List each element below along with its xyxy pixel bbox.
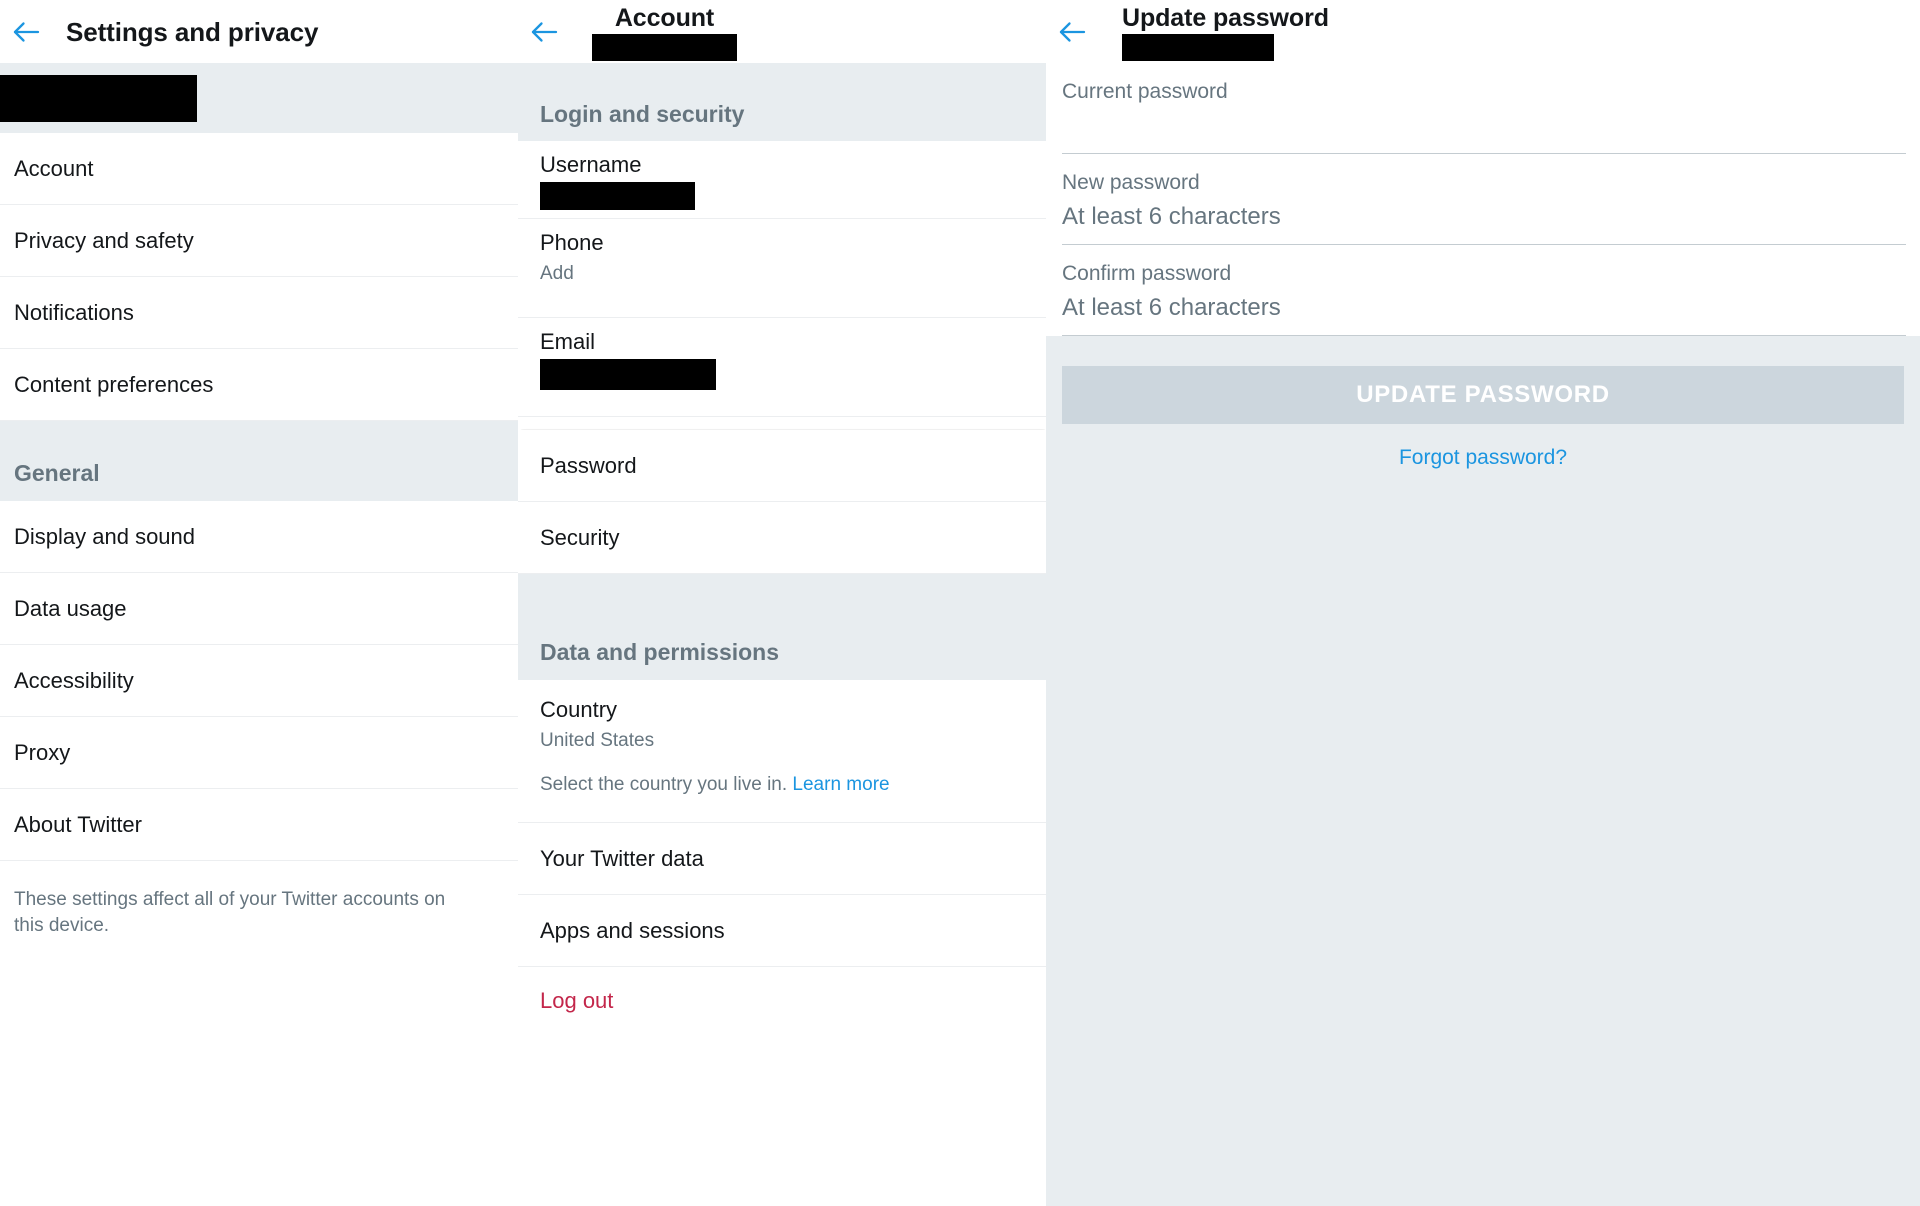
account-row-phone[interactable]: Phone Add [518,219,1046,318]
account-row-label: Your Twitter data [540,845,704,871]
account-row-password[interactable]: Password [518,430,1046,502]
redacted-account-name [0,74,197,122]
sidebar-item-display-and-sound[interactable]: Display and sound [0,501,518,573]
account-row-username[interactable]: Username [518,141,1046,219]
section-header-data-and-permissions: Data and permissions [518,574,1046,680]
sidebar-item-accessibility[interactable]: Accessibility [0,645,518,717]
current-account-band[interactable] [0,63,518,133]
sidebar-item-about-twitter[interactable]: About Twitter [0,789,518,861]
account-screen: Account Login and security Username Phon… [518,0,1046,1206]
account-elevated-card: Password Security Data and permissions C… [518,430,1046,1206]
current-password-value [1062,107,1906,145]
update-password-button[interactable]: UPDATE PASSWORD [1062,366,1904,424]
sidebar-item-label: Display and sound [14,523,196,549]
sidebar-item-data-usage[interactable]: Data usage [0,573,518,645]
country-help-text: Select the country you live in. Learn mo… [540,772,1028,798]
forgot-password-link[interactable]: Forgot password? [1062,424,1904,470]
sidebar-item-proxy[interactable]: Proxy [0,717,518,789]
settings-app-bar: Settings and privacy [0,0,518,63]
account-row-label: Security [540,524,620,550]
log-out-label: Log out [540,988,614,1013]
redacted-account-handle [592,33,737,61]
back-arrow-icon[interactable] [1046,1,1098,63]
redacted-username-value [540,182,695,210]
account-row-country[interactable]: Country United States Select the country… [518,680,1046,823]
sidebar-item-label: Account [14,155,94,181]
sidebar-item-label: Data usage [14,595,127,621]
account-row-label: Username [540,152,642,177]
update-password-title-group: Update password [1122,3,1329,61]
page-title: Update password [1122,3,1329,32]
sidebar-item-label: Proxy [14,739,71,765]
sidebar-item-privacy-and-safety[interactable]: Privacy and safety [0,205,518,277]
back-arrow-icon[interactable] [0,1,52,63]
section-header-general: General [0,421,518,501]
confirm-password-label: Confirm password [1062,262,1232,285]
account-row-label: Country [540,697,618,722]
account-title-group: Account [592,3,737,61]
page-title: Settings and privacy [66,16,319,47]
page-title: Account [614,3,715,32]
account-row-security[interactable]: Security [518,502,1046,574]
account-row-label: Phone [540,230,604,255]
account-row-your-twitter-data[interactable]: Your Twitter data [518,823,1046,895]
settings-footer-note: These settings affect all of your Twitte… [0,861,518,939]
current-password-label: Current password [1062,80,1228,103]
sidebar-item-label: Accessibility [14,667,134,693]
sidebar-item-label: About Twitter [14,811,142,837]
new-password-placeholder: At least 6 characters [1062,203,1281,230]
settings-title-group: Settings and privacy [52,17,318,47]
account-row-label: Password [540,452,637,478]
confirm-password-placeholder: At least 6 characters [1062,294,1281,321]
update-password-screen: Update password Current password New pas… [1046,0,1920,1206]
country-help-sentence: Select the country you live in. [540,774,793,795]
redacted-email-value [540,359,716,390]
password-field-group: Current password New password At least 6… [1046,63,1920,336]
update-password-app-bar: Update password [1046,0,1920,63]
sidebar-item-content-preferences[interactable]: Content preferences [0,349,518,421]
sidebar-item-label: Privacy and safety [14,227,194,253]
account-row-value: United States [540,730,655,751]
new-password-field[interactable]: New password At least 6 characters [1062,154,1906,245]
back-arrow-icon[interactable] [518,1,570,63]
account-row-label: Apps and sessions [540,917,725,943]
confirm-password-field[interactable]: Confirm password At least 6 characters [1062,245,1906,336]
sidebar-item-notifications[interactable]: Notifications [0,277,518,349]
submit-button-wrapper: UPDATE PASSWORD Forgot password? [1046,336,1920,470]
account-row-log-out[interactable]: Log out [518,967,1046,1039]
account-row-email[interactable]: Email [518,318,1046,417]
section-header-login-and-security: Login and security [518,63,1046,141]
account-row-apps-and-sessions[interactable]: Apps and sessions [518,895,1046,967]
new-password-label: New password [1062,171,1200,194]
redacted-account-handle [1122,33,1274,61]
sidebar-item-account[interactable]: Account [0,133,518,205]
learn-more-link[interactable]: Learn more [792,774,889,795]
account-app-bar: Account [518,0,1046,63]
account-row-value: Add [540,263,574,284]
sidebar-item-label: Notifications [14,299,134,325]
settings-and-privacy-screen: Settings and privacy Account Privacy and… [0,0,518,1206]
account-row-label: Email [540,329,596,354]
current-password-field[interactable]: Current password [1062,63,1906,154]
update-password-body: Current password New password At least 6… [1046,63,1920,470]
screenshot-stage: Settings and privacy Account Privacy and… [0,0,1920,1206]
sidebar-item-label: Content preferences [14,371,214,397]
